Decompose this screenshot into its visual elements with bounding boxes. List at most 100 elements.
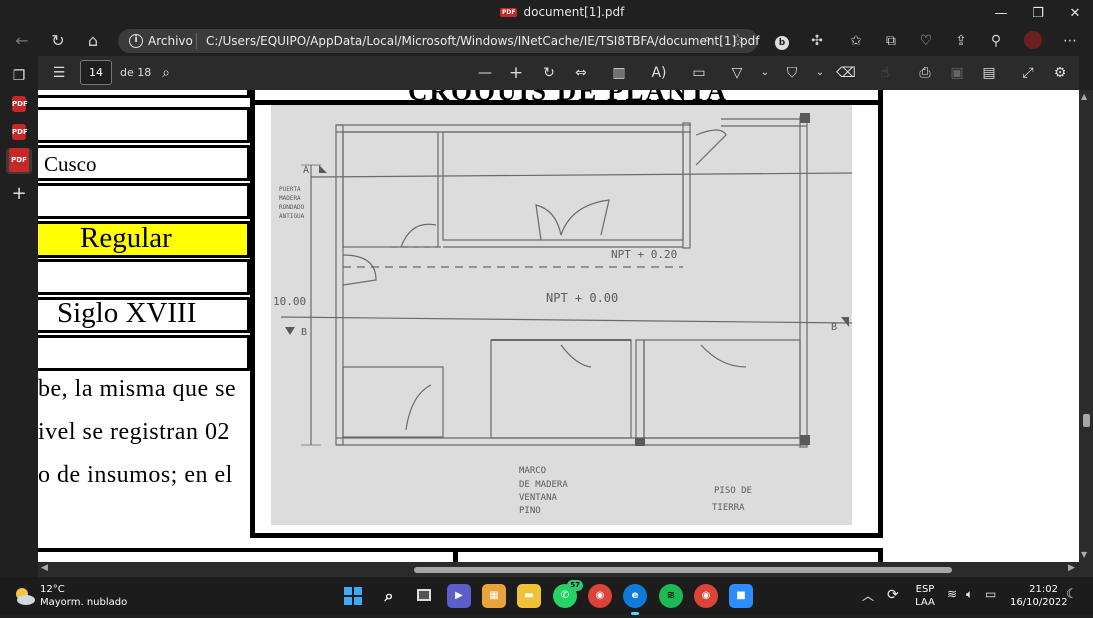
collections-icon[interactable]: ⧉ — [880, 31, 902, 51]
maximize-button[interactable]: ❐ — [1020, 0, 1056, 26]
page-number-input[interactable]: 14 — [80, 60, 112, 85]
pdf-tab-icon[interactable]: PDF — [12, 124, 28, 140]
share-icon[interactable]: ⇪ — [950, 31, 972, 51]
scroll-right-icon[interactable]: ▶ — [1068, 563, 1075, 573]
label-dimension: 10.00 — [273, 295, 306, 308]
scroll-left-icon[interactable]: ◀ — [41, 563, 48, 573]
lang-line-1: ESP — [915, 584, 935, 595]
search-icon[interactable]: ⌕ — [377, 584, 401, 608]
minimize-button[interactable]: — — [983, 0, 1019, 26]
pdf-toolbar: ☰ 14 de 18 ⌕ — + ↻ ⇔ ▥ A) ▭ ▽ ⌄ ⛉ ⌄ ⌫ ☝ … — [38, 56, 1079, 90]
floor-plan-sketch: A B B NPT + 0.20 NPT + 0.00 10.00 PUERTA… — [271, 105, 852, 525]
text-box-icon[interactable]: ▭ — [688, 63, 710, 83]
scroll-down-icon[interactable]: ▼ — [1081, 550, 1087, 559]
vertical-tabs-sidebar: ❐ PDF PDF PDF + — [0, 56, 38, 577]
draw-chevron-down-icon[interactable]: ⌄ — [754, 63, 776, 83]
weather-cloud-icon[interactable] — [12, 585, 36, 607]
browser-essentials-icon[interactable]: ♡ — [915, 31, 937, 51]
zoom-app-icon[interactable]: ■ — [729, 584, 753, 608]
home-icon[interactable]: ⌂ — [81, 31, 105, 51]
clock[interactable]: 21:02 16/10/2022 — [1010, 583, 1068, 609]
draw-icon[interactable]: ▽ — [726, 63, 748, 83]
show-hidden-icons-icon[interactable]: ︿ — [862, 587, 874, 604]
print-icon[interactable]: ⎙ — [914, 63, 936, 83]
info-icon[interactable]: i — [129, 34, 143, 48]
edge-icon[interactable]: e — [623, 584, 647, 615]
spotify-icon[interactable]: ≋ — [659, 584, 683, 608]
horizontal-scroll-thumb[interactable] — [414, 567, 952, 573]
more-options-icon[interactable]: ⋯ — [1059, 31, 1081, 51]
close-button[interactable]: ✕ — [1057, 0, 1093, 26]
label-puerta: MADERA — [279, 195, 301, 202]
window-title: PDF document[1].pdf — [500, 5, 624, 19]
label-marco: DE MADERA — [519, 480, 568, 490]
zoom-out-icon[interactable]: — — [474, 63, 496, 83]
fit-page-icon[interactable]: ⇔ — [570, 63, 592, 83]
horizontal-scrollbar[interactable]: ◀ ▶ — [38, 562, 1079, 577]
paragraph-line: o de insumos; en el — [38, 462, 233, 488]
page-view-icon[interactable]: ▥ — [608, 63, 630, 83]
back-arrow-icon[interactable]: ← — [10, 31, 34, 51]
refresh-icon[interactable]: ↻ — [46, 31, 70, 51]
table-cell — [38, 183, 250, 219]
label-puerta: ANTIGUA — [279, 213, 305, 220]
rotate-icon[interactable]: ↻ — [538, 63, 560, 83]
volume-icon[interactable]: 🔈︎ — [966, 587, 973, 602]
vertical-scroll-thumb[interactable] — [1083, 414, 1090, 427]
favorite-add-icon[interactable]: ☆ — [732, 32, 744, 47]
fullscreen-icon[interactable]: ⤢ — [1017, 63, 1039, 83]
extensions-icon[interactable]: ✣ — [806, 31, 828, 51]
teams-chat-icon[interactable]: ▶ — [447, 584, 471, 608]
paragraph-line: be, la misma que se — [38, 376, 237, 402]
sync-icon[interactable]: ⟳ — [887, 587, 899, 603]
scroll-up-icon[interactable]: ▲ — [1081, 92, 1087, 101]
new-tab-icon[interactable]: + — [9, 184, 29, 204]
store-icon[interactable]: ▦ — [482, 584, 506, 608]
battery-icon[interactable]: ▭ — [985, 587, 996, 601]
save-as-icon[interactable]: ▤ — [978, 63, 1000, 83]
active-tab[interactable]: PDF — [6, 148, 32, 174]
page-count: de 18 — [120, 66, 152, 79]
favorites-icon[interactable]: ✩ — [845, 31, 867, 51]
erase-icon[interactable]: ⌫ — [835, 63, 857, 83]
extension-puzzle-icon[interactable]: ⚲ — [985, 31, 1007, 51]
settings-gear-icon[interactable]: ⚙ — [1049, 63, 1071, 83]
url-text[interactable]: C:/Users/EQUIPO/AppData/Local/Microsoft/… — [206, 34, 759, 48]
vertical-scrollbar[interactable]: ▲ ▼ — [1079, 90, 1093, 562]
address-bar: ← ↻ ⌂ i Archivo C:/Users/EQUIPO/AppData/… — [0, 26, 1093, 56]
url-box[interactable]: i Archivo C:/Users/EQUIPO/AppData/Local/… — [118, 29, 759, 53]
clock-time: 21:02 — [1029, 584, 1058, 595]
scroll-corner — [1079, 562, 1093, 577]
pdf-icon: PDF — [500, 7, 518, 17]
tab-actions-icon[interactable]: ❐ — [9, 66, 29, 86]
zoom-icon[interactable]: ⌕ — [704, 32, 711, 47]
zoom-in-icon[interactable]: + — [505, 63, 527, 83]
whatsapp-icon[interactable]: ✆ 57 — [553, 580, 583, 608]
avatar[interactable] — [1022, 31, 1044, 51]
language-indicator[interactable]: ESP LAA — [912, 583, 938, 609]
document-viewport[interactable]: Cusco Regular Siglo XVIII be, la misma q… — [38, 90, 1079, 562]
label-piso: TIERRA — [712, 503, 745, 513]
task-view-icon[interactable] — [412, 584, 436, 608]
read-aloud-icon[interactable]: A) — [648, 63, 670, 83]
search-icon[interactable]: ⌕ — [155, 63, 177, 83]
profile-b-icon[interactable]: b — [771, 31, 793, 51]
file-explorer-icon[interactable]: ▬ — [517, 584, 541, 608]
touch-icon: ☝ — [880, 65, 890, 81]
table-cell — [38, 335, 250, 371]
whatsapp-badge: 57 — [567, 580, 583, 591]
chrome-icon[interactable]: ◉ — [588, 584, 612, 608]
contents-icon[interactable]: ☰ — [48, 63, 70, 83]
highlight-icon[interactable]: ⛉ — [781, 63, 803, 83]
chrome-icon[interactable]: ◉ — [694, 584, 718, 608]
title-bar: PDF document[1].pdf — ❐ ✕ — [0, 0, 1093, 26]
table-cell — [38, 259, 250, 295]
start-button[interactable] — [341, 584, 365, 608]
label-puerta: RONDADO — [279, 204, 305, 211]
weather-widget[interactable]: 12°C Mayorm. nublado — [40, 583, 127, 609]
wifi-icon[interactable]: ≋ — [947, 587, 957, 601]
pdf-tab-icon[interactable]: PDF — [12, 96, 28, 112]
notifications-moon-icon[interactable]: ☾ — [1066, 587, 1078, 602]
highlight-chevron-down-icon[interactable]: ⌄ — [809, 63, 831, 83]
label-npt-020: NPT + 0.20 — [611, 248, 677, 261]
